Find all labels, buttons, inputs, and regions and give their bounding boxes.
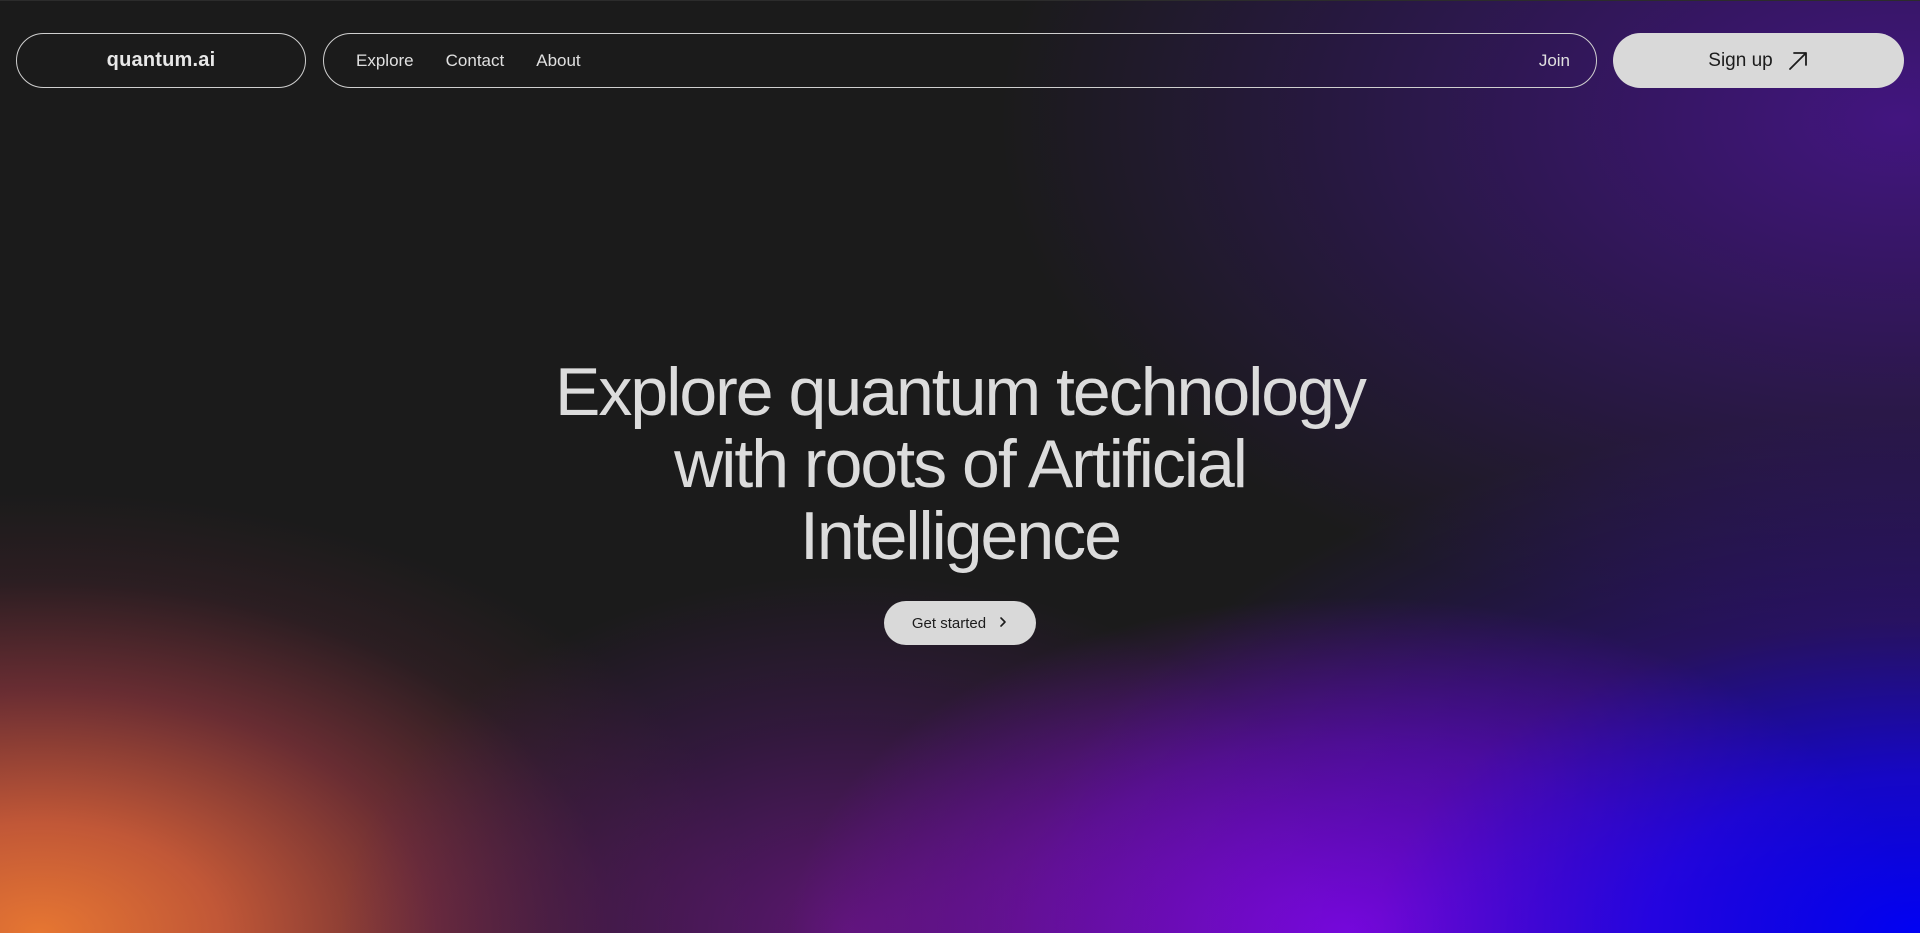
nav-link-contact[interactable]: Contact [446,51,505,71]
nav-links: Explore Contact About [356,51,581,71]
hero-title-line-1: Explore quantum technology [555,354,1367,430]
landing-page: quantum.ai Explore Contact About Join Si… [0,0,1920,933]
main-nav: Explore Contact About Join [323,33,1597,88]
hero-title-line-3: Intelligence [799,498,1122,574]
chevron-right-icon [998,615,1008,632]
nav-link-explore[interactable]: Explore [356,51,414,71]
nav-link-about[interactable]: About [536,51,580,71]
join-link[interactable]: Join [1539,51,1570,71]
top-border [0,0,1920,1]
arrow-up-right-icon [1787,50,1809,72]
logo-text: quantum.ai [106,49,216,71]
logo-link[interactable]: quantum.ai [16,33,306,88]
get-started-label: Get started [911,614,987,632]
hero-section: Explore quantum technology with roots of… [0,356,1920,572]
sign-up-label: Sign up [1708,49,1773,71]
sign-up-button[interactable]: Sign up [1613,33,1904,88]
hero-title-line-2: with roots of Artificial [674,426,1248,502]
hero-title: Explore quantum technology with roots of… [500,356,1420,572]
get-started-button[interactable]: Get started [884,601,1036,645]
